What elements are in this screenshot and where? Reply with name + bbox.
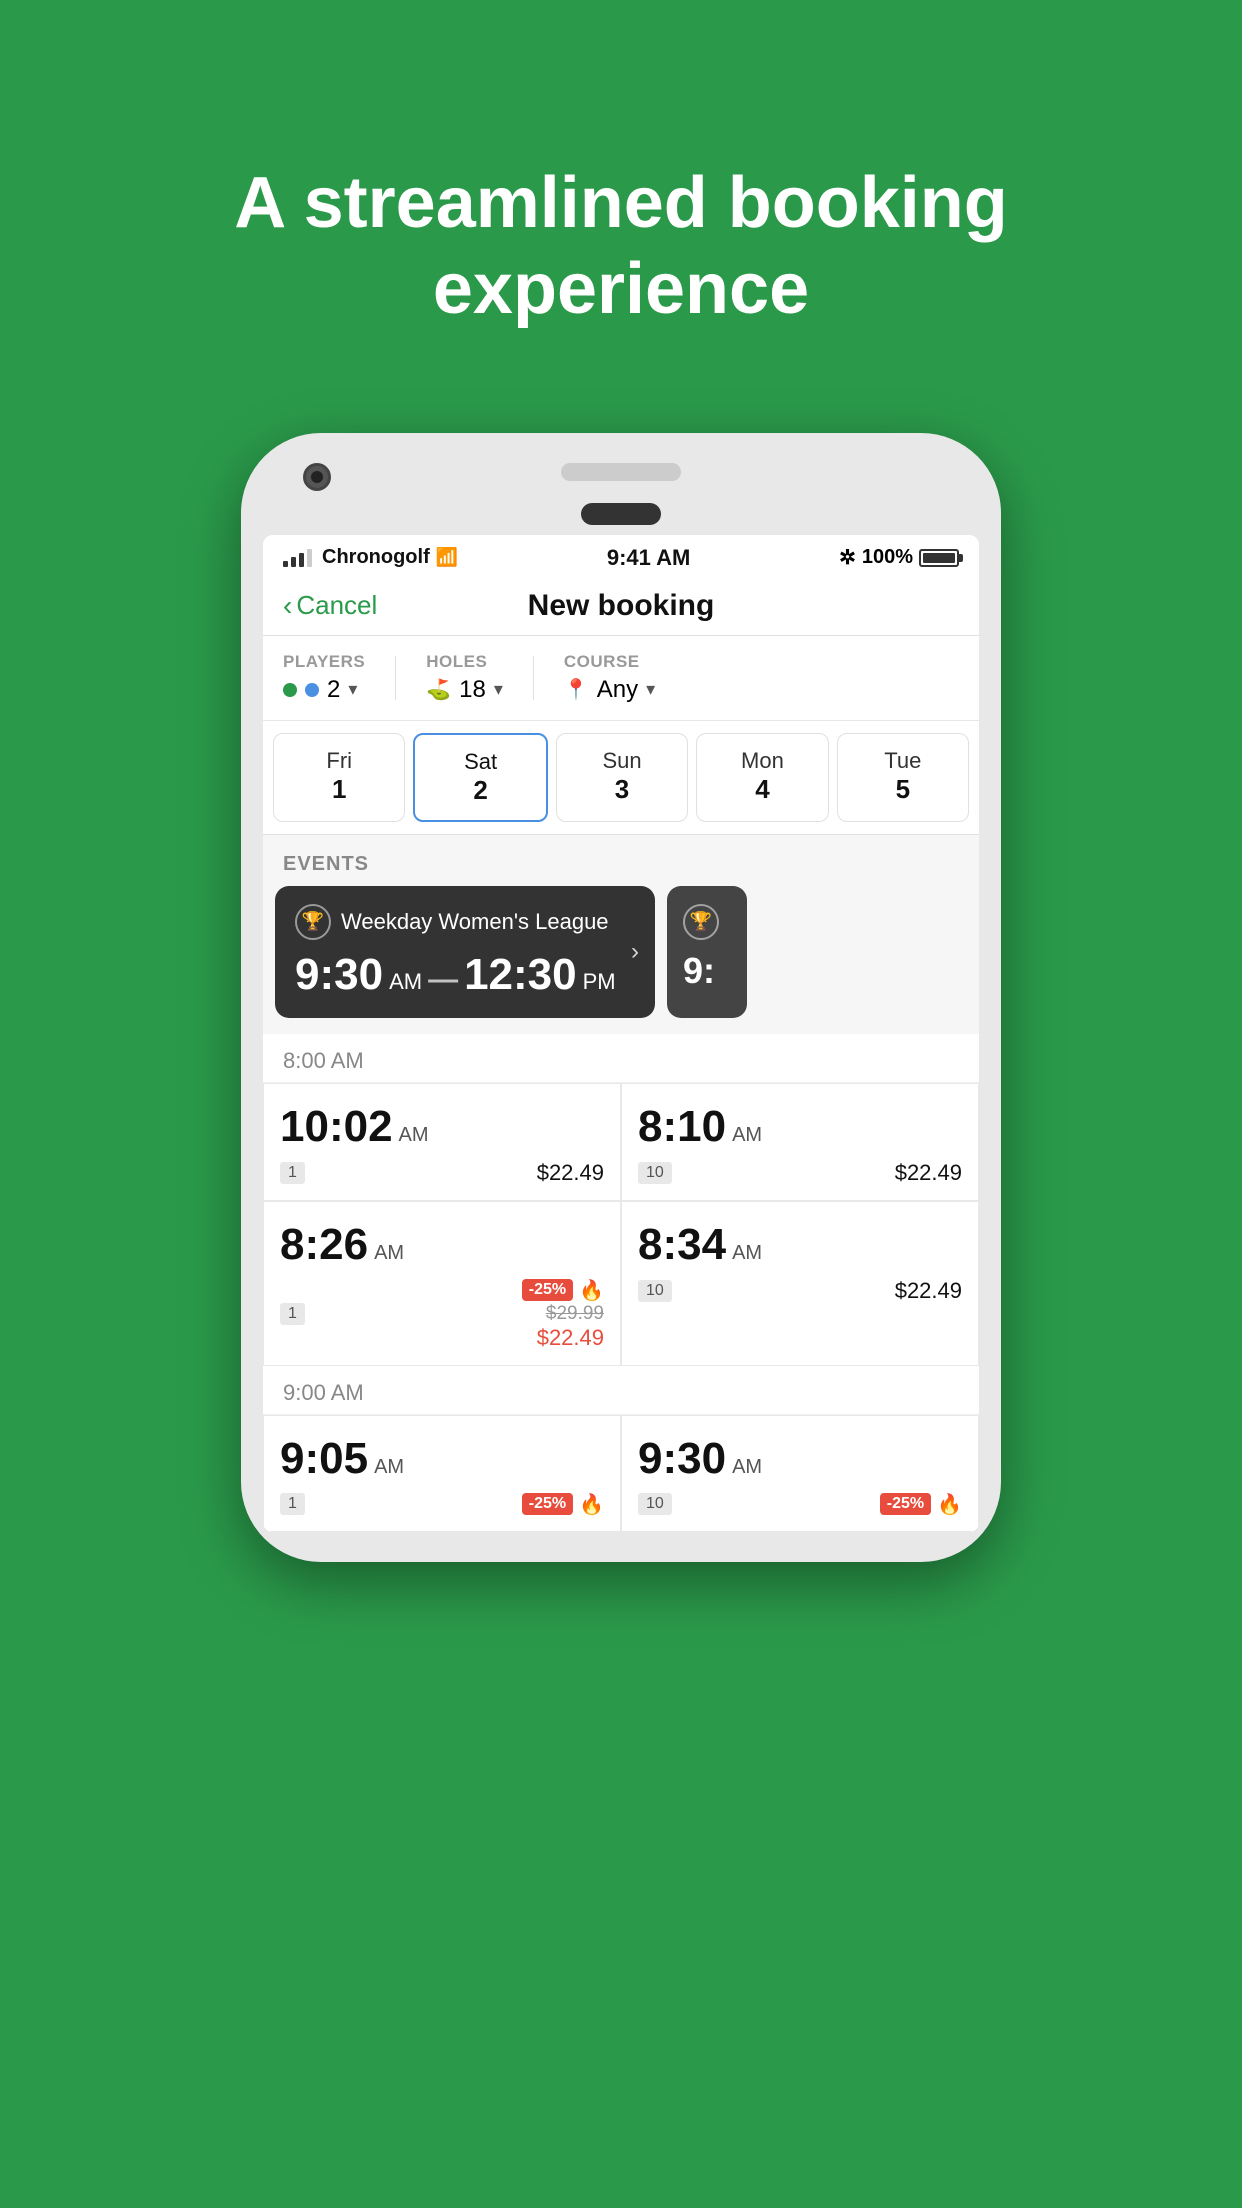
battery-percentage: 100% (862, 546, 913, 569)
slot-810am[interactable]: 8:10 AM 10 $22.49 (621, 1083, 979, 1201)
trophy-icon-2: 🏆 (683, 904, 719, 940)
player-dot-2 (305, 683, 319, 697)
course-filter[interactable]: COURSE 📍 Any ▾ (564, 652, 959, 704)
date-item-sun3[interactable]: Sun 3 (556, 733, 688, 822)
sale-badges: -25% 🔥 (522, 1278, 604, 1303)
hole-badge: 10 (638, 1493, 672, 1515)
course-chevron-icon: ▾ (646, 679, 655, 700)
event-title-1: Weekday Women's League (341, 909, 609, 935)
sale-badges-2: -25% 🔥 (522, 1492, 604, 1517)
time-group-label-8am: 8:00 AM (263, 1034, 979, 1083)
date-item-mon4[interactable]: Mon 4 (696, 733, 828, 822)
phone-top (263, 463, 979, 481)
phone: Chronogolf 📶 9:41 AM ✲ 100% ‹ Cancel (241, 433, 1001, 1562)
filter-divider-2 (533, 656, 534, 700)
sale-price: $22.49 (522, 1325, 604, 1351)
phone-screen: Chronogolf 📶 9:41 AM ✲ 100% ‹ Cancel (263, 535, 979, 1532)
slot-price: $22.49 (537, 1160, 604, 1186)
event-start-ampm: AM (389, 969, 422, 995)
holes-pin-icon: ⛳ (426, 677, 451, 702)
status-left: Chronogolf 📶 (283, 546, 458, 569)
holes-chevron-icon: ▾ (494, 679, 503, 700)
slot-905am[interactable]: 9:05 AM 1 -25% 🔥 (263, 1415, 621, 1532)
page-title: New booking (528, 589, 715, 623)
event-dash: — (428, 963, 458, 997)
fire-icon-3: 🔥 (937, 1492, 962, 1517)
date-item-tue5[interactable]: Tue 5 (837, 733, 969, 822)
slots-grid-9am: 9:05 AM 1 -25% 🔥 (263, 1415, 979, 1532)
date-item-fri1[interactable]: Fri 1 (273, 733, 405, 822)
event-end-hour: 12:30 (464, 950, 577, 1000)
status-right: ✲ 100% (839, 545, 959, 570)
time-group-label-9am: 9:00 AM (263, 1366, 979, 1415)
hero-section: A streamlined booking experience (34, 0, 1207, 433)
player-dot-1 (283, 683, 297, 697)
date-selector: Fri 1 Sat 2 Sun 3 Mon 4 Tue 5 (263, 721, 979, 835)
hole-badge: 10 (638, 1162, 672, 1184)
players-chevron-icon: ▾ (348, 679, 357, 700)
players-filter[interactable]: PLAYERS 2 ▾ (283, 652, 365, 704)
slot-930am[interactable]: 9:30 AM 10 -25% 🔥 (621, 1415, 979, 1532)
phone-wrapper: Chronogolf 📶 9:41 AM ✲ 100% ‹ Cancel (241, 433, 1001, 2208)
discount-badge-3: -25% (880, 1493, 931, 1515)
slot-price: $22.49 (895, 1160, 962, 1186)
event-arrow-icon: › (631, 938, 639, 966)
slot-826am[interactable]: 8:26 AM 1 -25% 🔥 $29.99 $22. (263, 1201, 621, 1366)
sale-badges-3: -25% 🔥 (880, 1492, 962, 1517)
hero-text: A streamlined booking experience (134, 80, 1107, 393)
hole-badge: 1 (280, 1493, 305, 1515)
fire-icon-2: 🔥 (579, 1492, 604, 1517)
hole-badge: 1 (280, 1162, 305, 1184)
slot-1002am[interactable]: 10:02 AM 1 $22.49 (263, 1083, 621, 1201)
slot-834am[interactable]: 8:34 AM 10 $22.49 (621, 1201, 979, 1366)
event-end-ampm: PM (583, 969, 616, 995)
filters-bar: PLAYERS 2 ▾ HOLES ⛳ 18 ▾ (263, 636, 979, 721)
discount-badge-2: -25% (522, 1493, 573, 1515)
time-group-8am: 8:00 AM 10:02 AM 1 $22.49 (263, 1034, 979, 1366)
event-card-1[interactable]: 🏆 Weekday Women's League 9:30 AM — 12:30… (275, 886, 655, 1018)
time-group-9am: 9:00 AM 9:05 AM 1 -25% (263, 1366, 979, 1532)
trophy-icon: 🏆 (295, 904, 331, 940)
event-card-2-partial[interactable]: 🏆 9: (667, 886, 747, 1018)
course-pin-icon: 📍 (564, 677, 589, 702)
speaker-grille (561, 463, 681, 481)
battery-icon (919, 549, 959, 567)
filter-divider-1 (395, 656, 396, 700)
cancel-button[interactable]: ‹ Cancel (283, 590, 377, 622)
original-price: $29.99 (522, 1303, 604, 1325)
events-section-header: EVENTS (263, 835, 979, 886)
bluetooth-icon: ✲ (839, 545, 856, 570)
front-camera (303, 463, 331, 491)
carrier-name: Chronogolf (322, 546, 430, 569)
back-chevron-icon: ‹ (283, 590, 292, 622)
wifi-icon: 📶 (436, 547, 458, 568)
slots-grid-8am: 10:02 AM 1 $22.49 8:10 AM (263, 1083, 979, 1366)
status-bar: Chronogolf 📶 9:41 AM ✲ 100% (263, 535, 979, 577)
hole-badge: 10 (638, 1280, 672, 1302)
holes-filter[interactable]: HOLES ⛳ 18 ▾ (426, 652, 503, 704)
hole-badge: 1 (280, 1303, 305, 1325)
nav-bar: ‹ Cancel New booking (263, 577, 979, 636)
event-start-hour: 9:30 (295, 950, 383, 1000)
signal-bars (283, 549, 312, 567)
events-list: 🏆 Weekday Women's League 9:30 AM — 12:30… (263, 886, 979, 1034)
earpiece (581, 503, 661, 525)
slot-price: $22.49 (895, 1278, 962, 1304)
fire-icon: 🔥 (579, 1278, 604, 1303)
status-time: 9:41 AM (607, 545, 691, 571)
date-item-sat2[interactable]: Sat 2 (413, 733, 547, 822)
discount-badge: -25% (522, 1279, 573, 1301)
